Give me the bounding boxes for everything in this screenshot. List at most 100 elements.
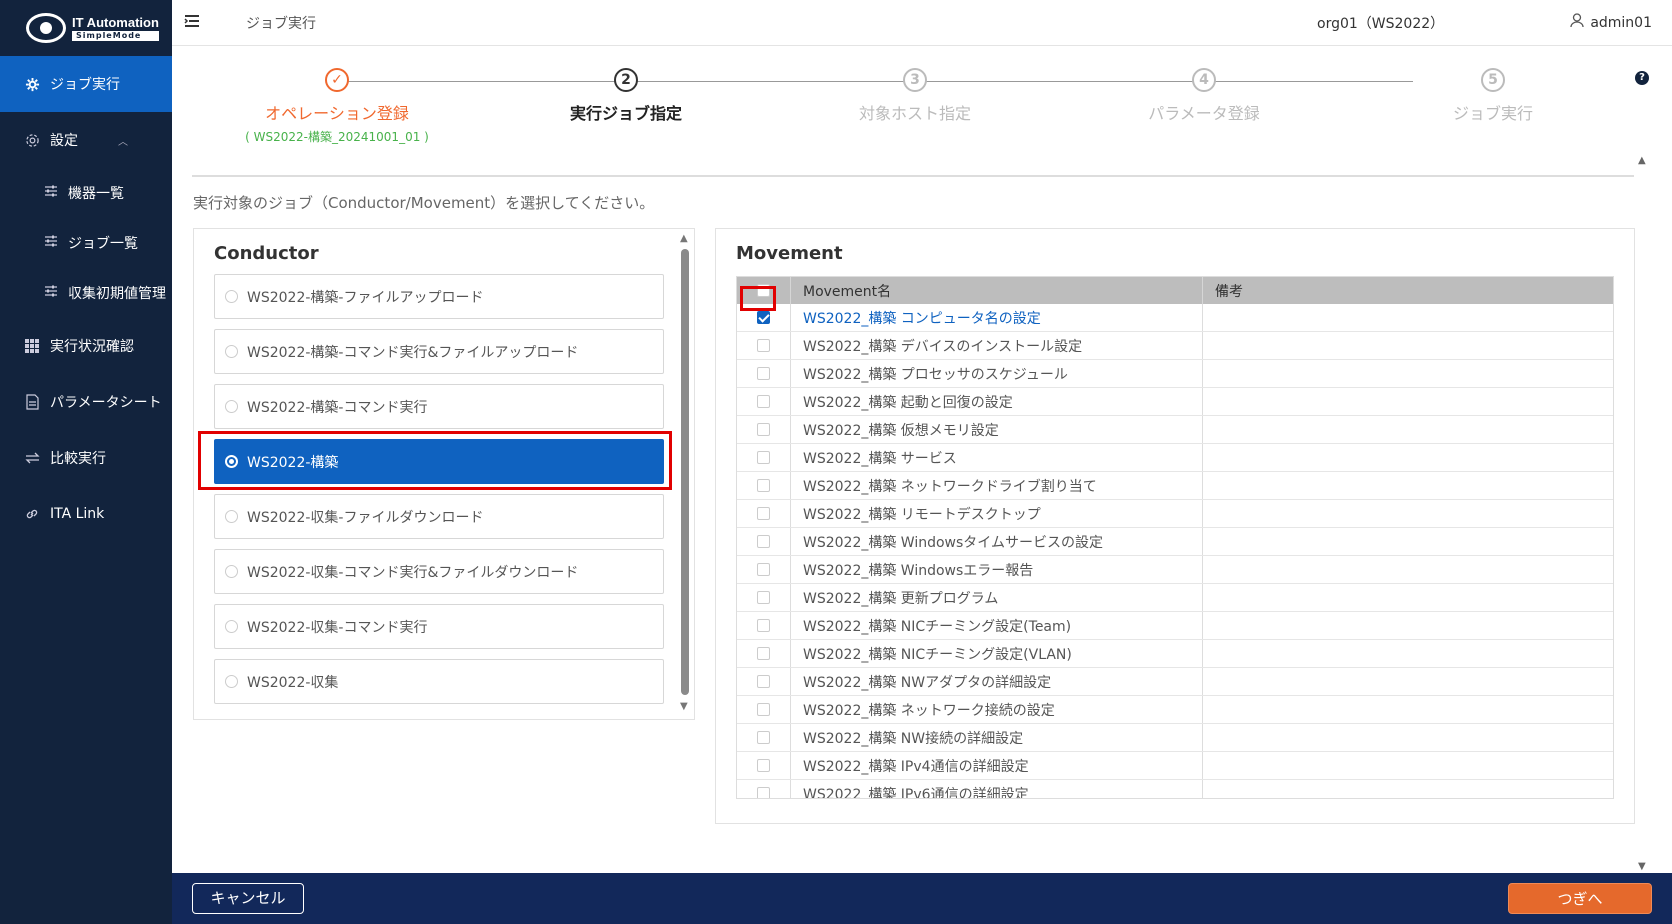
row-checkbox[interactable]: [757, 395, 770, 408]
column-header-note[interactable]: 備考: [1203, 277, 1613, 304]
table-row[interactable]: WS2022_構築 ネットワーク接続の設定: [737, 696, 1613, 724]
app-logo[interactable]: IT Automation SimpleMode: [0, 0, 172, 56]
row-checkbox[interactable]: [757, 647, 770, 660]
scroll-down-arrow-icon[interactable]: ▼: [680, 701, 688, 712]
table-row[interactable]: WS2022_構築 起動と回復の設定: [737, 388, 1613, 416]
document-icon: [24, 394, 40, 410]
scroll-up-arrow-icon[interactable]: ▲: [1638, 155, 1650, 166]
compare-icon: [24, 452, 40, 464]
sidebar-item-ita-link[interactable]: ITA Link: [0, 486, 172, 542]
step-operation-registration[interactable]: ✓ オペレーション登録 ( WS2022-構築_20241001_01 ): [207, 68, 467, 145]
movement-name-cell: WS2022_構築 NWアダプタの詳細設定: [791, 668, 1203, 695]
sidebar-item-job-list[interactable]: ジョブ一覧: [0, 218, 172, 268]
radio-button[interactable]: [225, 400, 238, 413]
row-checkbox[interactable]: [757, 367, 770, 380]
table-row[interactable]: WS2022_構築 Windowsタイムサービスの設定: [737, 528, 1613, 556]
movement-name-cell: WS2022_構築 コンピュータ名の設定: [791, 304, 1203, 331]
conductor-option[interactable]: WS2022-構築-コマンド実行&ファイルアップロード: [214, 329, 664, 374]
wizard-stepper: ✓ オペレーション登録 ( WS2022-構築_20241001_01 ) 2 …: [195, 68, 1555, 148]
radio-button-checked[interactable]: [225, 455, 238, 468]
table-row[interactable]: WS2022_構築 プロセッサのスケジュール: [737, 360, 1613, 388]
table-row[interactable]: WS2022_構築 サービス: [737, 444, 1613, 472]
user-menu[interactable]: admin01: [1570, 13, 1652, 32]
chevron-up-icon: ︿: [118, 136, 128, 148]
table-body: WS2022_構築 コンピュータ名の設定 WS2022_構築 デバイスのインストー…: [737, 304, 1613, 798]
sidebar-item-execution-status[interactable]: 実行状況確認: [0, 318, 172, 374]
page-scrollbar[interactable]: ▲ ▼: [1638, 155, 1650, 875]
help-icon[interactable]: ?: [1635, 71, 1649, 85]
radio-button[interactable]: [225, 565, 238, 578]
sidebar-item-compare[interactable]: 比較実行: [0, 430, 172, 486]
movement-name-cell: WS2022_構築 ネットワークドライブ割り当て: [791, 472, 1203, 499]
conductor-option-selected[interactable]: WS2022-構築: [214, 439, 664, 484]
radio-button[interactable]: [225, 620, 238, 633]
row-checkbox[interactable]: [757, 591, 770, 604]
conductor-option[interactable]: WS2022-収集-コマンド実行: [214, 604, 664, 649]
sidebar-item-label: 収集初期値管理: [68, 286, 166, 302]
table-row[interactable]: WS2022_構築 NW接続の詳細設定: [737, 724, 1613, 752]
radio-button[interactable]: [225, 345, 238, 358]
row-checkbox[interactable]: [757, 451, 770, 464]
column-header-movement-name[interactable]: Movement名: [791, 277, 1203, 304]
row-checkbox[interactable]: [757, 423, 770, 436]
scroll-down-arrow-icon[interactable]: ▼: [1638, 861, 1646, 872]
note-cell: [1203, 500, 1613, 527]
sidebar-item-collection-defaults[interactable]: 収集初期値管理: [0, 268, 172, 318]
movement-name-cell: WS2022_構築 サービス: [791, 444, 1203, 471]
movement-name-cell: WS2022_構築 NICチーミング設定(VLAN): [791, 640, 1203, 667]
conductor-option[interactable]: WS2022-収集-ファイルダウンロード: [214, 494, 664, 539]
table-row[interactable]: WS2022_構築 コンピュータ名の設定: [737, 304, 1613, 332]
user-icon: [1570, 13, 1584, 32]
row-checkbox[interactable]: [757, 507, 770, 520]
radio-button[interactable]: [225, 675, 238, 688]
table-row[interactable]: WS2022_構築 NICチーミング設定(Team): [737, 612, 1613, 640]
table-row[interactable]: WS2022_構築 IPv4通信の詳細設定: [737, 752, 1613, 780]
row-checkbox[interactable]: [757, 619, 770, 632]
cancel-button[interactable]: キャンセル: [192, 883, 304, 914]
sidebar-item-parameter-sheet[interactable]: パラメータシート: [0, 374, 172, 430]
movement-name-cell: WS2022_構築 仮想メモリ設定: [791, 416, 1203, 443]
conductor-option[interactable]: WS2022-構築-ファイルアップロード: [214, 274, 664, 319]
table-row[interactable]: WS2022_構築 更新プログラム: [737, 584, 1613, 612]
conductor-scrollbar[interactable]: ▲ ▼: [680, 233, 690, 715]
sidebar-item-settings[interactable]: 設定 ︿: [0, 112, 172, 168]
table-row[interactable]: WS2022_構築 NWアダプタの詳細設定: [737, 668, 1613, 696]
row-checkbox[interactable]: [757, 675, 770, 688]
row-checkbox[interactable]: [757, 479, 770, 492]
table-row[interactable]: WS2022_構築 仮想メモリ設定: [737, 416, 1613, 444]
movement-name-cell: WS2022_構築 IPv4通信の詳細設定: [791, 752, 1203, 779]
row-checkbox[interactable]: [757, 563, 770, 576]
organization-label: org01（WS2022）: [1317, 15, 1445, 32]
conductor-option[interactable]: WS2022-収集-コマンド実行&ファイルダウンロード: [214, 549, 664, 594]
scroll-up-arrow-icon[interactable]: ▲: [680, 233, 688, 244]
note-cell: [1203, 780, 1613, 798]
menu-toggle-icon[interactable]: [184, 12, 204, 33]
table-row[interactable]: WS2022_構築 ネットワークドライブ割り当て: [737, 472, 1613, 500]
table-row[interactable]: WS2022_構築 リモートデスクトップ: [737, 500, 1613, 528]
row-checkbox[interactable]: [757, 703, 770, 716]
radio-button[interactable]: [225, 290, 238, 303]
radio-button[interactable]: [225, 510, 238, 523]
sidebar-item-label: 実行状況確認: [50, 339, 134, 355]
row-checkbox[interactable]: [757, 339, 770, 352]
table-row[interactable]: WS2022_構築 NICチーミング設定(VLAN): [737, 640, 1613, 668]
scrollbar-thumb[interactable]: [681, 249, 689, 695]
conductor-option-label: WS2022-構築-コマンド実行: [247, 399, 428, 416]
next-button[interactable]: つぎへ: [1508, 883, 1652, 914]
conductor-option[interactable]: WS2022-収集: [214, 659, 664, 704]
table-row[interactable]: WS2022_構築 デバイスのインストール設定: [737, 332, 1613, 360]
table-row[interactable]: WS2022_構築 IPv6通信の詳細設定: [737, 780, 1613, 798]
note-cell: [1203, 584, 1613, 611]
sidebar-item-device-list[interactable]: 機器一覧: [0, 168, 172, 218]
row-checkbox[interactable]: [757, 535, 770, 548]
row-checkbox-checked[interactable]: [757, 311, 770, 324]
row-checkbox[interactable]: [757, 731, 770, 744]
step-check-icon: ✓: [325, 68, 349, 92]
row-checkbox[interactable]: [757, 787, 770, 798]
link-icon: [24, 507, 40, 521]
table-row[interactable]: WS2022_構築 Windowsエラー報告: [737, 556, 1613, 584]
row-checkbox[interactable]: [757, 759, 770, 772]
movement-name-cell: WS2022_構築 NICチーミング設定(Team): [791, 612, 1203, 639]
conductor-option[interactable]: WS2022-構築-コマンド実行: [214, 384, 664, 429]
sidebar-item-job-execution[interactable]: ジョブ実行: [0, 56, 172, 112]
